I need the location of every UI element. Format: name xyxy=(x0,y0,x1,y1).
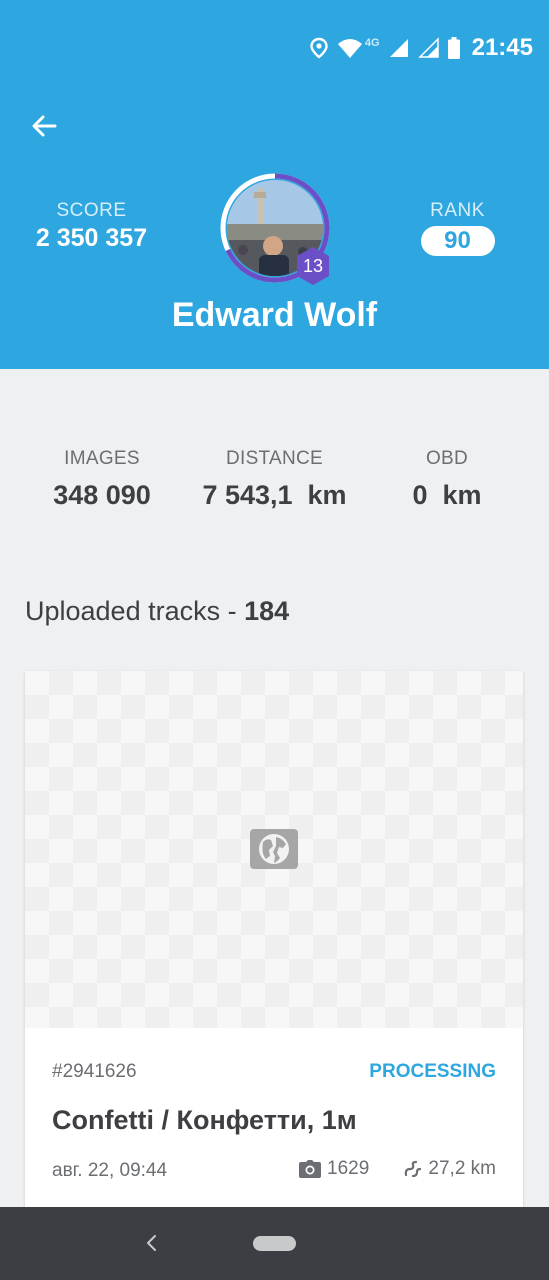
distance-label: DISTANCE xyxy=(225,448,324,469)
uploaded-tracks-count: 184 xyxy=(244,596,290,626)
track-map-placeholder xyxy=(25,671,523,1028)
uploaded-tracks-label: Uploaded tracks - xyxy=(25,596,245,626)
location-pin-icon xyxy=(310,37,328,59)
score-block: SCORE 2 350 357 xyxy=(0,200,183,253)
user-avatar[interactable]: 13 xyxy=(219,172,331,286)
system-navigation-bar xyxy=(0,1207,549,1280)
track-id: #2941626 xyxy=(52,1061,137,1082)
track-date: авг. 22, 09:44 xyxy=(52,1160,168,1181)
level-badge: 13 xyxy=(295,246,331,286)
track-card[interactable]: #2941626 PROCESSING Confetti / Конфетти,… xyxy=(25,671,523,1211)
track-status-badge: PROCESSING xyxy=(369,1061,496,1082)
track-photo-count: 1629 xyxy=(327,1158,370,1179)
images-stat: IMAGES 348 090 xyxy=(22,448,182,511)
rank-block: RANK 90 xyxy=(366,200,549,256)
score-value: 2 350 357 xyxy=(35,224,148,252)
track-distance: 27,2 km xyxy=(404,1158,496,1180)
cell-signal-icon xyxy=(389,39,408,57)
obd-stat: OBD 0 km xyxy=(377,448,517,511)
obd-value: 0 km xyxy=(412,480,482,510)
uploaded-tracks-heading: Uploaded tracks - 184 xyxy=(25,596,289,627)
rank-value: 90 xyxy=(420,226,495,256)
battery-icon xyxy=(447,37,460,59)
wifi-icon xyxy=(337,39,362,58)
camera-icon xyxy=(299,1160,321,1178)
nav-home-button[interactable] xyxy=(253,1236,296,1251)
back-button[interactable] xyxy=(28,110,60,142)
images-value: 348 090 xyxy=(53,480,151,510)
network-type-label: 4G xyxy=(364,37,380,49)
level-value: 13 xyxy=(302,256,324,276)
distance-stat: DISTANCE 7 543,1 km xyxy=(182,448,367,511)
globe-icon xyxy=(250,829,298,869)
images-label: IMAGES xyxy=(64,448,140,469)
status-bar: 4G 21:45 xyxy=(309,30,533,66)
track-photos: 1629 xyxy=(299,1158,369,1180)
route-icon xyxy=(405,1160,422,1178)
user-stats: IMAGES 348 090 DISTANCE 7 543,1 km OBD 0… xyxy=(0,448,549,528)
obd-label: OBD xyxy=(425,448,469,469)
profile-header: 4G 21:45 SCORE 2 350 357 13 RANK 90 Edwa… xyxy=(0,0,549,369)
distance-value: 7 543,1 km xyxy=(202,480,347,510)
user-name: Edward Wolf xyxy=(171,296,378,334)
nav-back-button[interactable] xyxy=(140,1231,164,1255)
rank-label: RANK xyxy=(430,200,485,221)
clock: 21:45 xyxy=(471,34,533,61)
score-label: SCORE xyxy=(56,200,127,221)
track-title: Confetti / Конфетти, 1м xyxy=(52,1105,357,1135)
cell-signal-icon-2 xyxy=(417,37,439,58)
track-distance-value: 27,2 km xyxy=(428,1158,496,1179)
